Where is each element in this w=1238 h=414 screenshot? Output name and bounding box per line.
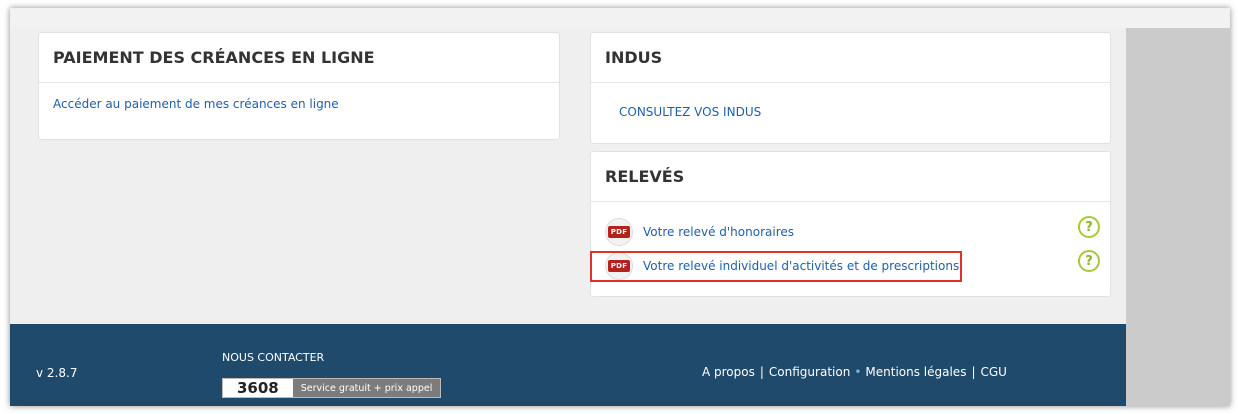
- pdf-badge: PDF: [607, 226, 631, 238]
- paiement-card: PAIEMENT DES CRÉANCES EN LIGNE Accéder a…: [38, 32, 560, 140]
- indus-link[interactable]: CONSULTEZ VOS INDUS: [619, 105, 761, 119]
- separator-dot: •: [854, 365, 862, 379]
- version-label: v 2.8.7: [36, 366, 78, 380]
- separator: |: [971, 365, 976, 379]
- footer-link-cgu[interactable]: CGU: [981, 365, 1007, 379]
- phone-box[interactable]: 3608 Service gratuit + prix appel: [222, 378, 442, 398]
- separator: |: [759, 365, 764, 379]
- contact-title: NOUS CONTACTER: [222, 351, 325, 364]
- paiement-link[interactable]: Accéder au paiement de mes créances en l…: [53, 97, 339, 111]
- page-frame: PAIEMENT DES CRÉANCES EN LIGNE Accéder a…: [10, 8, 1230, 406]
- indus-card-title: INDUS: [591, 33, 1110, 83]
- help-icon[interactable]: ?: [1078, 250, 1100, 272]
- releves-card-title: RELEVÉS: [591, 152, 1110, 202]
- highlight-box: [590, 251, 962, 282]
- phone-note: Service gratuit + prix appel: [292, 379, 441, 397]
- footer-links: A propos | Configuration • Mentions léga…: [702, 365, 1007, 379]
- footer-link-configuration[interactable]: Configuration: [769, 365, 850, 379]
- footer-link-mentions[interactable]: Mentions légales: [865, 365, 966, 379]
- footer: v 2.8.7 NOUS CONTACTER 3608 Service grat…: [10, 324, 1126, 406]
- paiement-card-title: PAIEMENT DES CRÉANCES EN LIGNE: [39, 33, 559, 83]
- footer-link-apropos[interactable]: A propos: [702, 365, 755, 379]
- help-icon[interactable]: ?: [1078, 216, 1100, 238]
- pdf-icon: PDF: [605, 218, 633, 246]
- phone-number: 3608: [237, 379, 279, 397]
- releve-honoraires-link[interactable]: Votre relevé d'honoraires: [643, 225, 794, 239]
- top-strip: [10, 8, 1230, 28]
- right-gray-panel: [1126, 28, 1230, 406]
- releve-honoraires-row[interactable]: PDF Votre relevé d'honoraires: [605, 218, 794, 246]
- indus-card: INDUS CONSULTEZ VOS INDUS: [590, 32, 1111, 144]
